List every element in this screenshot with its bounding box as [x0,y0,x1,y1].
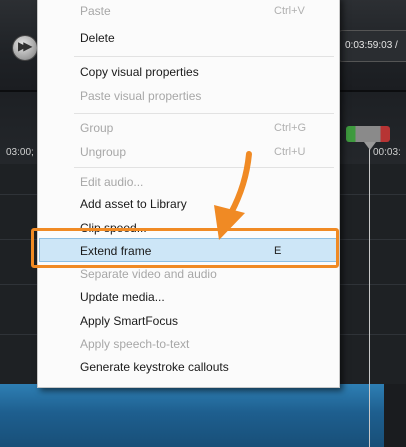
menu-item-add-asset-to-library[interactable]: Add asset to Library [39,192,338,216]
media-clip[interactable] [0,384,384,447]
menu-item-paste-visual-properties[interactable]: Paste visual properties [39,84,338,108]
highlight-box [31,228,339,268]
menu-separator [74,113,334,114]
menu-item-group[interactable]: Group Ctrl+G [39,116,338,140]
menu-separator [74,56,334,57]
track-empty-area [384,384,406,447]
ruler-tick-label: 00:03: [373,147,401,158]
fast-forward-icon[interactable]: ▶▶ [13,36,37,60]
menu-item-delete[interactable]: Delete [39,26,338,50]
menu-item-update-media[interactable]: Update media... [39,285,338,309]
menu-separator [74,167,334,168]
context-menu: Paste Ctrl+V Delete Copy visual properti… [37,0,340,388]
menu-item-apply-speech-to-text[interactable]: Apply speech-to-text [39,332,338,356]
menu-item-edit-audio[interactable]: Edit audio... [39,170,338,194]
time-display: 0:03:59:03 / [338,30,406,62]
menu-item-paste[interactable]: Paste Ctrl+V [39,0,338,23]
playhead-handle[interactable] [346,126,390,142]
menu-item-ungroup[interactable]: Ungroup Ctrl+U [39,140,338,164]
ruler-tick-label: 03:00; [6,147,34,158]
menu-item-copy-visual-properties[interactable]: Copy visual properties [39,60,338,84]
playhead-pointer-icon [364,142,376,150]
playhead-line[interactable] [369,128,370,447]
menu-item-apply-smartfocus[interactable]: Apply SmartFocus [39,309,338,333]
menu-item-generate-keystroke-callouts[interactable]: Generate keystroke callouts [39,355,338,379]
